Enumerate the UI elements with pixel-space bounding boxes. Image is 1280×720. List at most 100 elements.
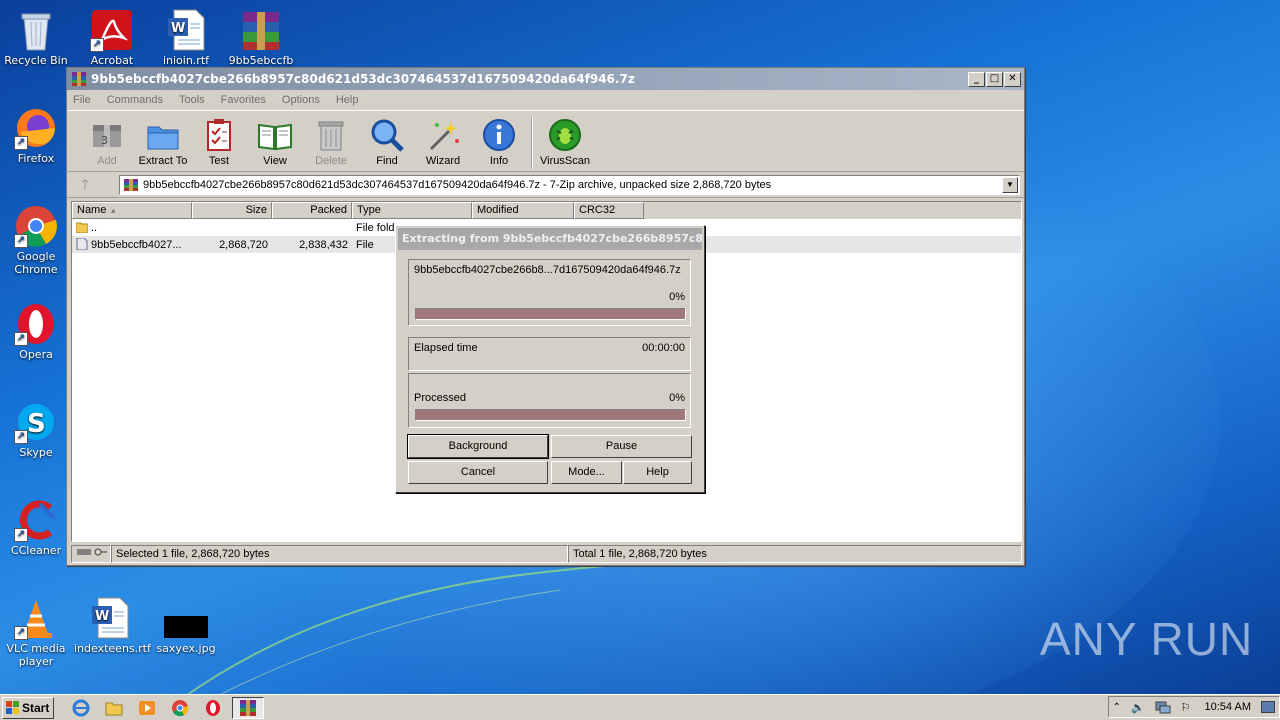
file-list-header: Name ▲ Size Packed Type Modified CRC32 — [72, 202, 1021, 219]
desktop-icon-acrobat[interactable]: ↗ Acrobat — [76, 8, 148, 67]
menu-commands[interactable]: Commands — [105, 94, 165, 106]
maximize-button[interactable]: □ — [986, 71, 1003, 87]
desktop-icon-vlc[interactable]: ↗ VLC media player — [0, 596, 72, 668]
word-document-icon: W — [88, 596, 132, 640]
drive-key-icon — [77, 548, 107, 556]
toolbar-separator — [531, 117, 533, 169]
shortcut-arrow-icon: ↗ — [14, 332, 28, 346]
taskbar: Start ⌃ 🔈 ⚐ 10:54 AM — [0, 694, 1280, 720]
folder-icon — [105, 702, 123, 715]
address-field[interactable]: 9bb5ebccfb4027cbe266b8957c80d621d53dc307… — [119, 174, 1020, 195]
address-bar: 🡑 9bb5ebccfb4027cbe266b8957c80d621d53dc3… — [67, 172, 1024, 198]
info-button[interactable]: Info — [471, 117, 527, 167]
network-icon[interactable] — [1155, 700, 1171, 714]
skype-icon: S ↗ — [14, 400, 58, 444]
shortcut-arrow-icon: ↗ — [14, 430, 28, 444]
column-type[interactable]: Type — [352, 202, 472, 219]
media-player-icon — [139, 700, 155, 715]
column-modified[interactable]: Modified — [472, 202, 574, 219]
show-desktop-button[interactable] — [1261, 701, 1275, 713]
status-bar: Selected 1 file, 2,868,720 bytes Total 1… — [71, 545, 1022, 564]
background-button[interactable]: Background — [407, 434, 549, 459]
start-button[interactable]: Start — [2, 696, 54, 719]
svg-text:3: 3 — [101, 134, 108, 147]
desktop-icon-recycle-bin[interactable]: Recycle Bin — [0, 8, 72, 67]
elapsed-value: 00:00:00 — [642, 342, 685, 354]
taskbar-ie-button[interactable] — [70, 698, 92, 718]
folder-icon — [76, 222, 88, 233]
file-percent: 0% — [669, 291, 685, 303]
help-button[interactable]: Help — [623, 461, 692, 484]
cancel-button[interactable]: Cancel — [408, 461, 548, 484]
column-name[interactable]: Name ▲ — [72, 202, 192, 219]
taskbar-media-button[interactable] — [136, 698, 158, 718]
shortcut-arrow-icon: ↗ — [14, 528, 28, 542]
extract-folder-icon — [145, 117, 181, 153]
desktop-icon-inioin-rtf[interactable]: W inioin.rtf — [150, 8, 222, 67]
taskbar-explorer-button[interactable] — [103, 698, 125, 718]
processed-group: Processed 0% — [408, 373, 691, 428]
bug-scan-icon — [547, 117, 583, 153]
desktop-icon-saxyex-jpg[interactable]: saxyex.jpg — [150, 596, 222, 655]
chrome-icon: ↗ — [14, 204, 58, 248]
desktop-icon-ccleaner[interactable]: ↗ CCleaner — [0, 498, 72, 557]
windows-logo-icon — [6, 700, 19, 714]
processed-percent: 0% — [669, 392, 685, 404]
archive-icon — [124, 178, 138, 191]
add-button[interactable]: 3 Add — [79, 117, 135, 167]
test-clipboard-icon — [201, 117, 237, 153]
clock[interactable]: 10:54 AM — [1205, 701, 1251, 713]
winrar-archive-icon — [239, 8, 283, 52]
internet-explorer-icon — [72, 699, 90, 716]
opera-icon: ↗ — [14, 302, 58, 346]
chrome-icon — [172, 699, 189, 716]
menu-options[interactable]: Options — [280, 94, 322, 106]
desktop-icon-google-chrome[interactable]: ↗ Google Chrome — [0, 204, 72, 276]
info-icon — [481, 117, 517, 153]
taskbar-chrome-button[interactable] — [169, 698, 191, 718]
column-size[interactable]: Size — [192, 202, 272, 219]
dialog-title[interactable]: Extracting from 9bb5ebccfb4027cbe266b895… — [398, 228, 702, 250]
show-hidden-icons-button[interactable]: ⌃ — [1113, 702, 1121, 713]
up-folder-button[interactable]: 🡑 — [71, 175, 99, 195]
minimize-button[interactable]: _ — [968, 71, 985, 87]
desktop-icon-indexteens-rtf[interactable]: W indexteens.rtf — [74, 596, 151, 655]
action-center-flag-icon[interactable]: ⚐ — [1181, 701, 1191, 714]
desktop-icon-opera[interactable]: ↗ Opera — [0, 302, 72, 361]
taskbar-winrar-button[interactable] — [232, 696, 264, 719]
menu-file[interactable]: File — [71, 94, 93, 106]
pause-button[interactable]: Pause — [551, 435, 692, 458]
wizard-button[interactable]: Wizard — [415, 117, 471, 167]
acrobat-icon: ↗ — [90, 8, 134, 52]
shortcut-arrow-icon: ↗ — [14, 234, 28, 248]
speaker-icon[interactable]: 🔈 — [1131, 701, 1145, 714]
wand-icon — [425, 117, 461, 153]
mode-button[interactable]: Mode... — [551, 461, 622, 484]
winrar-app-icon — [240, 699, 256, 716]
word-document-icon: W — [164, 8, 208, 52]
status-total: Total 1 file, 2,868,720 bytes — [568, 545, 1022, 563]
close-button[interactable]: ✕ — [1004, 71, 1021, 87]
firefox-icon: ↗ — [14, 106, 58, 150]
desktop-icon-skype[interactable]: S ↗ Skype — [0, 400, 72, 459]
svg-text:S: S — [27, 409, 46, 439]
address-dropdown-button[interactable]: ▼ — [1002, 176, 1018, 193]
delete-button[interactable]: Delete — [303, 117, 359, 167]
virusscan-button[interactable]: VirusScan — [537, 117, 593, 167]
extract-to-button[interactable]: Extract To — [135, 117, 191, 167]
view-button[interactable]: View — [247, 117, 303, 167]
file-progress-group: 9bb5ebccfb4027cbe266b8...7d167509420da64… — [408, 259, 691, 326]
taskbar-opera-button[interactable] — [202, 698, 224, 718]
desktop-icon-firefox[interactable]: ↗ Firefox — [0, 106, 72, 165]
menu-favorites[interactable]: Favorites — [219, 94, 268, 106]
column-crc32[interactable]: CRC32 — [574, 202, 644, 219]
menu-tools[interactable]: Tools — [177, 94, 207, 106]
window-titlebar[interactable]: 9bb5ebccfb4027cbe266b8957c80d621d53dc307… — [67, 68, 1024, 90]
find-button[interactable]: Find — [359, 117, 415, 167]
menu-bar: File Commands Tools Favorites Options He… — [67, 90, 1024, 110]
desktop-icon-9bb5ebccfb[interactable]: 9bb5ebccfb — [225, 8, 297, 67]
menu-help[interactable]: Help — [334, 94, 361, 106]
window-title: 9bb5ebccfb4027cbe266b8957c80d621d53dc307… — [91, 72, 635, 86]
column-packed[interactable]: Packed — [272, 202, 352, 219]
test-button[interactable]: Test — [191, 117, 247, 167]
